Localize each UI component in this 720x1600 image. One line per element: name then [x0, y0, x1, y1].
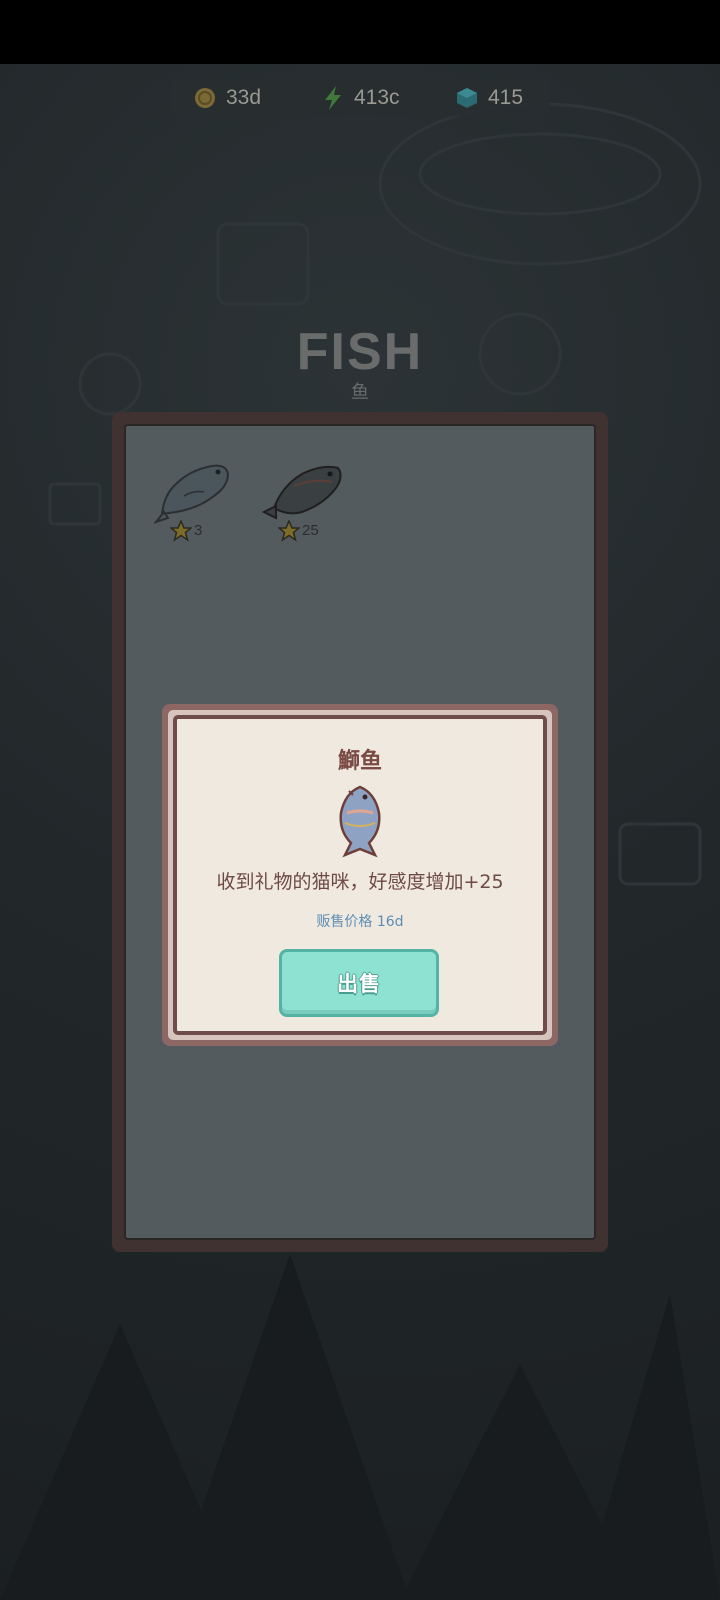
yellowtail-fish-icon — [153, 464, 230, 525]
gem-icon — [457, 88, 477, 108]
flatfish-icon — [261, 465, 342, 520]
coins-counter: 33d — [194, 80, 261, 116]
item-name: 鰤鱼 — [337, 749, 382, 774]
coins-value: 33d — [226, 86, 262, 109]
dialog-body: 鰤鱼 收到礼物的猫咪，好感度增加+25 贩售价格 16d 出售 — [173, 715, 547, 1035]
inventory-item-flatfish[interactable]: 25 — [261, 456, 352, 556]
lightning-icon — [325, 86, 341, 110]
star-icon — [278, 520, 300, 542]
item-description: 收到礼物的猫咪，好感度增加+25 — [216, 871, 504, 893]
item-detail-dialog: 鰤鱼 收到礼物的猫咪，好感度增加+25 贩售价格 16d 出售 — [162, 704, 558, 1046]
inventory-item-yellowtail[interactable]: 3 — [153, 456, 244, 556]
resource-bar: 33d 413c 415 — [170, 80, 550, 116]
sell-button[interactable]: 出售 — [279, 949, 439, 1017]
item-price: 贩售价格 16d — [316, 914, 404, 930]
status-bar — [0, 0, 720, 64]
yellowtail-fish-icon — [339, 785, 381, 858]
gems-value: 415 — [488, 86, 524, 109]
star-icon — [170, 520, 192, 542]
page-subtitle: 鱼 — [351, 382, 369, 403]
item-count: 25 — [302, 522, 319, 539]
coin-icon — [195, 88, 215, 108]
energy-value: 413c — [354, 86, 400, 109]
energy-counter: 413c — [322, 80, 400, 116]
item-count: 3 — [194, 522, 203, 539]
dialog-frame: 鰤鱼 收到礼物的猫咪，好感度增加+25 贩售价格 16d 出售 — [168, 710, 552, 1040]
gems-counter: 415 — [456, 80, 523, 116]
page-title: FISH — [296, 323, 424, 381]
